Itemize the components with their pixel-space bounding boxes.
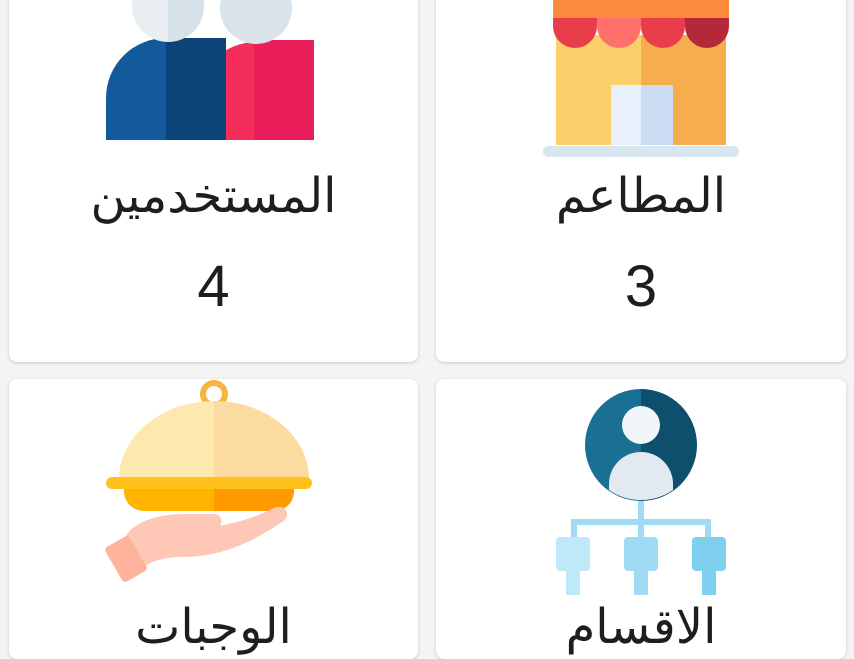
meal-cloche-serving-icon <box>104 380 312 582</box>
restaurants-card[interactable]: المطاعم 3 <box>436 0 846 362</box>
restaurants-count: 3 <box>624 254 658 319</box>
categories-card[interactable]: الاقسام <box>436 379 846 659</box>
restaurants-title: المطاعم <box>555 168 727 224</box>
meals-card[interactable]: الوجبات <box>9 379 418 659</box>
users-group-icon <box>105 0 314 141</box>
users-title: المستخدمين <box>90 168 337 224</box>
categories-hierarchy-icon <box>556 389 726 595</box>
meals-title: الوجبات <box>135 599 292 655</box>
users-card[interactable]: المستخدمين 4 <box>9 0 418 362</box>
categories-title: الاقسام <box>565 599 717 655</box>
users-count: 4 <box>197 254 230 319</box>
restaurant-storefront-icon <box>543 0 739 157</box>
